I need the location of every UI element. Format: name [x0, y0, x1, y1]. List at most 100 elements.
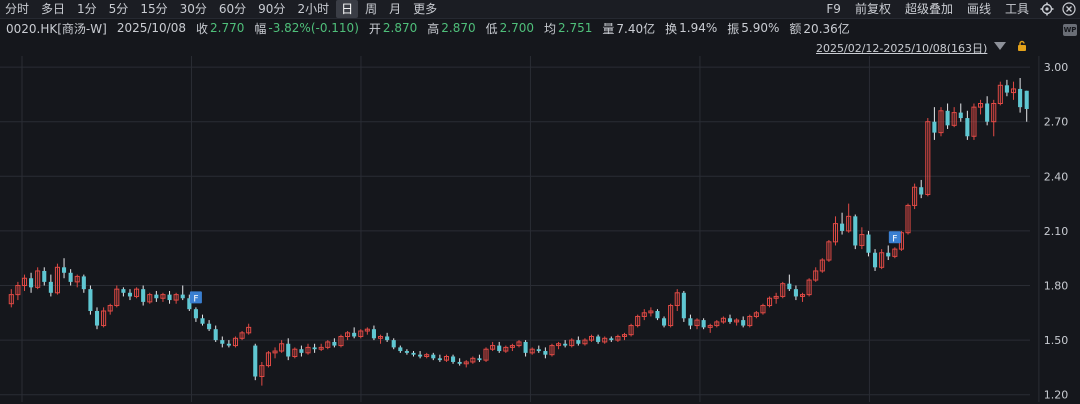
chevron-down-icon[interactable]	[994, 42, 1006, 50]
candle-body	[431, 354, 436, 359]
turnover-value: 1.94%	[679, 21, 718, 35]
candle-body	[127, 292, 133, 297]
date-label: 2025/10/08	[116, 21, 186, 35]
candle-body	[919, 187, 924, 195]
period-tabs: 分时 多日 1分 5分 15分 30分 60分 90分 2小时日周月更多	[0, 0, 444, 18]
high-value: 2.870	[441, 21, 476, 35]
low-value: 2.700	[499, 21, 534, 35]
candle-body	[609, 338, 614, 341]
high-label: 高	[427, 21, 440, 36]
y-tick-label: 3.00	[1044, 61, 1069, 74]
date-range-selector[interactable]: 2025/02/12-2025/10/08(163日)	[816, 40, 987, 56]
candle-body	[655, 310, 660, 319]
candlestick-chart[interactable]: 3.00 2.70 2.40 2.10 1.80 1.50 1.20 F F	[0, 56, 1080, 404]
candle-body	[536, 349, 541, 352]
candle-body	[193, 309, 198, 319]
f9-button[interactable]: F9	[819, 0, 848, 18]
candle-body	[563, 343, 568, 346]
draw-button[interactable]: 画线	[960, 0, 998, 18]
candle-body	[253, 345, 258, 377]
low-label: 低	[485, 21, 498, 36]
tab-10[interactable]: 周	[360, 0, 382, 18]
tab-7[interactable]: 90分	[253, 0, 290, 18]
candle-body	[853, 216, 858, 246]
candle-body	[932, 121, 937, 133]
y-tick-label: 1.80	[1044, 280, 1069, 293]
overlay-button[interactable]: 超级叠加	[898, 0, 960, 18]
candle-body	[866, 234, 871, 253]
tab-1[interactable]: 多日	[36, 0, 70, 18]
event-marker-label: F	[892, 234, 897, 244]
candle-body	[985, 103, 990, 122]
candle-body	[180, 294, 185, 299]
candle-body	[1018, 88, 1023, 108]
candle-body	[681, 292, 686, 319]
tab-3[interactable]: 5分	[104, 0, 134, 18]
candle-body	[94, 310, 100, 326]
candle-body	[213, 329, 218, 341]
amplitude-label: 振	[727, 21, 740, 36]
adjust-button[interactable]: 前复权	[848, 0, 898, 18]
candle-body	[741, 320, 746, 326]
candle-body	[945, 110, 950, 126]
gear-icon[interactable]	[1038, 0, 1056, 18]
tab-9[interactable]: 日	[336, 0, 359, 18]
candle-body	[873, 252, 878, 268]
candle-body	[437, 358, 442, 361]
candle-body	[596, 336, 601, 342]
close-icon[interactable]	[1060, 0, 1078, 18]
candle-body	[958, 112, 963, 119]
candle-body	[688, 318, 693, 326]
event-marker-label: F	[193, 294, 198, 304]
candle-body	[965, 118, 970, 137]
tab-11[interactable]: 月	[384, 0, 406, 18]
candle-body	[312, 347, 317, 350]
tab-5[interactable]: 30分	[175, 0, 212, 18]
tab-6[interactable]: 60分	[214, 0, 251, 18]
candle-body	[68, 272, 73, 282]
change-value: -3.82%(-0.110)	[268, 21, 359, 35]
candle-body	[451, 356, 456, 362]
candle-body	[457, 361, 462, 364]
tab-2[interactable]: 1分	[72, 0, 102, 18]
candle-body	[299, 349, 304, 353]
candle-body	[840, 223, 845, 231]
amplitude-value: 5.90%	[741, 21, 780, 35]
candle-body	[88, 289, 93, 311]
candle-body	[220, 340, 225, 344]
toolbar-tools: F9 前复权 超级叠加 画线 工具	[819, 0, 1080, 18]
candle-body	[701, 320, 706, 328]
candle-body	[1004, 85, 1009, 93]
wp-badge-icon[interactable]: WP	[1063, 24, 1077, 36]
tab-4[interactable]: 15分	[135, 0, 172, 18]
chart-toolbar: 分时 多日 1分 5分 15分 30分 60分 90分 2小时日周月更多 F9 前复权 超级叠加…	[0, 0, 1080, 19]
close-label: 收	[195, 21, 208, 36]
tools-button[interactable]: 工具	[998, 0, 1036, 18]
candle-body	[385, 336, 390, 341]
y-tick-label: 2.70	[1044, 116, 1069, 129]
candle-body	[1024, 90, 1029, 109]
tab-8[interactable]: 2小时	[292, 0, 334, 18]
avg-label: 均	[544, 21, 557, 36]
candle-body	[167, 294, 172, 301]
candle-body	[523, 341, 528, 353]
candle-body	[886, 252, 891, 257]
tab-0[interactable]: 分时	[0, 0, 34, 18]
candle-body	[286, 343, 291, 357]
symbol-label: 0020.HK[商汤-W]	[6, 21, 107, 36]
lock-icon[interactable]	[1016, 40, 1028, 52]
turnover-label: 换	[665, 21, 678, 36]
tab-12[interactable]: 更多	[408, 0, 442, 18]
candle-body	[207, 323, 212, 330]
volume-label: 量	[602, 21, 615, 36]
candle-body	[662, 318, 667, 326]
candle-body	[48, 281, 53, 293]
open-value: 2.870	[382, 21, 418, 35]
candle-body	[543, 351, 548, 355]
candle-body	[787, 283, 792, 290]
candle-body	[404, 351, 409, 353]
close-value: 2.770	[210, 21, 245, 35]
candle-body	[121, 289, 126, 293]
y-tick-label: 1.50	[1044, 334, 1069, 347]
change-label: 幅	[254, 21, 267, 36]
